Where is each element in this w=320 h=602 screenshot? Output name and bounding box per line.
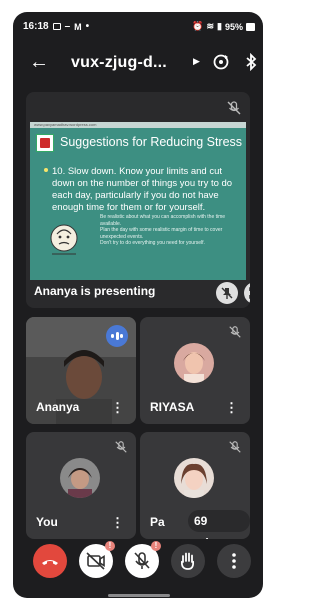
bluetooth-icon[interactable] <box>245 53 257 71</box>
shared-slide: www.pavyamadhav.wordpress.com Suggestion… <box>30 122 246 280</box>
speaking-indicator-icon <box>106 325 128 347</box>
status-bar: 16:18 – M • ⏰ ≋ ▮ 95% <box>13 12 263 38</box>
fullscreen-button[interactable] <box>244 282 250 304</box>
participant-options-button[interactable]: ⋮ <box>111 516 124 529</box>
more-options-button[interactable] <box>217 544 251 578</box>
camera-flip-icon[interactable] <box>212 53 230 71</box>
hang-up-icon <box>42 560 58 565</box>
meeting-top-bar: ← vux-zjug-d... ▶ <box>13 46 263 80</box>
participant-tile-others[interactable]: Pa 69 others <box>140 432 250 539</box>
avatar <box>174 343 214 383</box>
dot-icon: • <box>85 21 90 32</box>
slide-sub-point: Don't try to do everything you need for … <box>100 240 205 246</box>
stressed-figure-illustration <box>50 224 78 255</box>
mic-off-icon <box>226 100 242 116</box>
participant-tile-you[interactable]: You ⋮ <box>26 432 136 539</box>
gesture-nav-handle[interactable] <box>108 594 170 597</box>
slide-header-text: www.pavyamadhav.wordpress.com <box>34 122 97 127</box>
end-call-button[interactable] <box>33 544 67 578</box>
minus-icon: – <box>64 21 71 32</box>
mic-off-icon <box>228 440 242 454</box>
participant-name: RIYASA <box>150 400 195 414</box>
avatar <box>174 458 214 498</box>
participant-options-button[interactable]: ⋮ <box>225 401 238 414</box>
presentation-tile[interactable]: www.pavyamadhav.wordpress.com Suggestion… <box>26 92 250 308</box>
slide-sub-point: Be realistic about what you can accompli… <box>100 214 226 227</box>
participant-tile-ananya[interactable]: Ananya ⋮ <box>26 317 136 424</box>
mic-warning-badge: ! <box>151 541 161 551</box>
participant-tile-riyasa[interactable]: RIYASA ⋮ <box>140 317 250 424</box>
more-vert-icon <box>232 553 236 569</box>
avatar <box>60 458 100 498</box>
participant-name: Ananya <box>36 400 80 414</box>
phone-screen: 16:18 – M • ⏰ ≋ ▮ 95% ← vux-zjug-d... ▶ <box>13 12 263 598</box>
camera-off-button[interactable]: ! <box>79 541 115 578</box>
battery-icon <box>246 22 255 31</box>
back-arrow-icon[interactable]: ← <box>29 52 49 72</box>
mic-off-button[interactable]: ! <box>125 541 161 578</box>
raise-hand-icon <box>180 552 195 570</box>
slide-sub-point: Plan the day with some realistic margin … <box>100 227 223 240</box>
presenting-label: Ananya is presenting <box>34 284 156 298</box>
battery-percent: 95% <box>224 21 243 32</box>
slide-header-strip: www.pavyamadhav.wordpress.com <box>30 122 246 128</box>
call-controls-bar: ! ! <box>13 541 263 586</box>
wifi-icon: ≋ <box>206 21 215 31</box>
caret-right-icon[interactable]: ▶ <box>193 56 200 67</box>
raise-hand-button[interactable] <box>171 544 205 578</box>
alarm-icon: ⏰ <box>192 21 204 31</box>
participant-options-button[interactable]: ⋮ <box>111 401 124 414</box>
camera-warning-badge: ! <box>105 541 115 551</box>
slide-bullet <box>44 168 48 172</box>
participant-name: You <box>36 515 58 529</box>
participant-name: Pa <box>150 515 165 529</box>
others-count-badge[interactable]: 69 others <box>188 510 250 539</box>
mic-off-icon <box>114 440 128 454</box>
meeting-title[interactable]: vux-zjug-d... <box>71 54 167 72</box>
status-time: 16:18 <box>23 21 49 32</box>
slide-main-text: 10. Slow down. Know your limits and cut … <box>52 166 233 213</box>
slide-logo <box>36 134 54 152</box>
slide-title: Suggestions for Reducing Stress <box>60 135 243 149</box>
gmail-icon: M <box>74 21 82 32</box>
signal-icon: ▮ <box>217 21 222 31</box>
slide-sub-points: Be realistic about what you can accompli… <box>100 214 240 247</box>
gallery-icon <box>52 23 61 30</box>
mic-off-icon <box>228 325 242 339</box>
pin-off-button[interactable] <box>216 282 238 304</box>
